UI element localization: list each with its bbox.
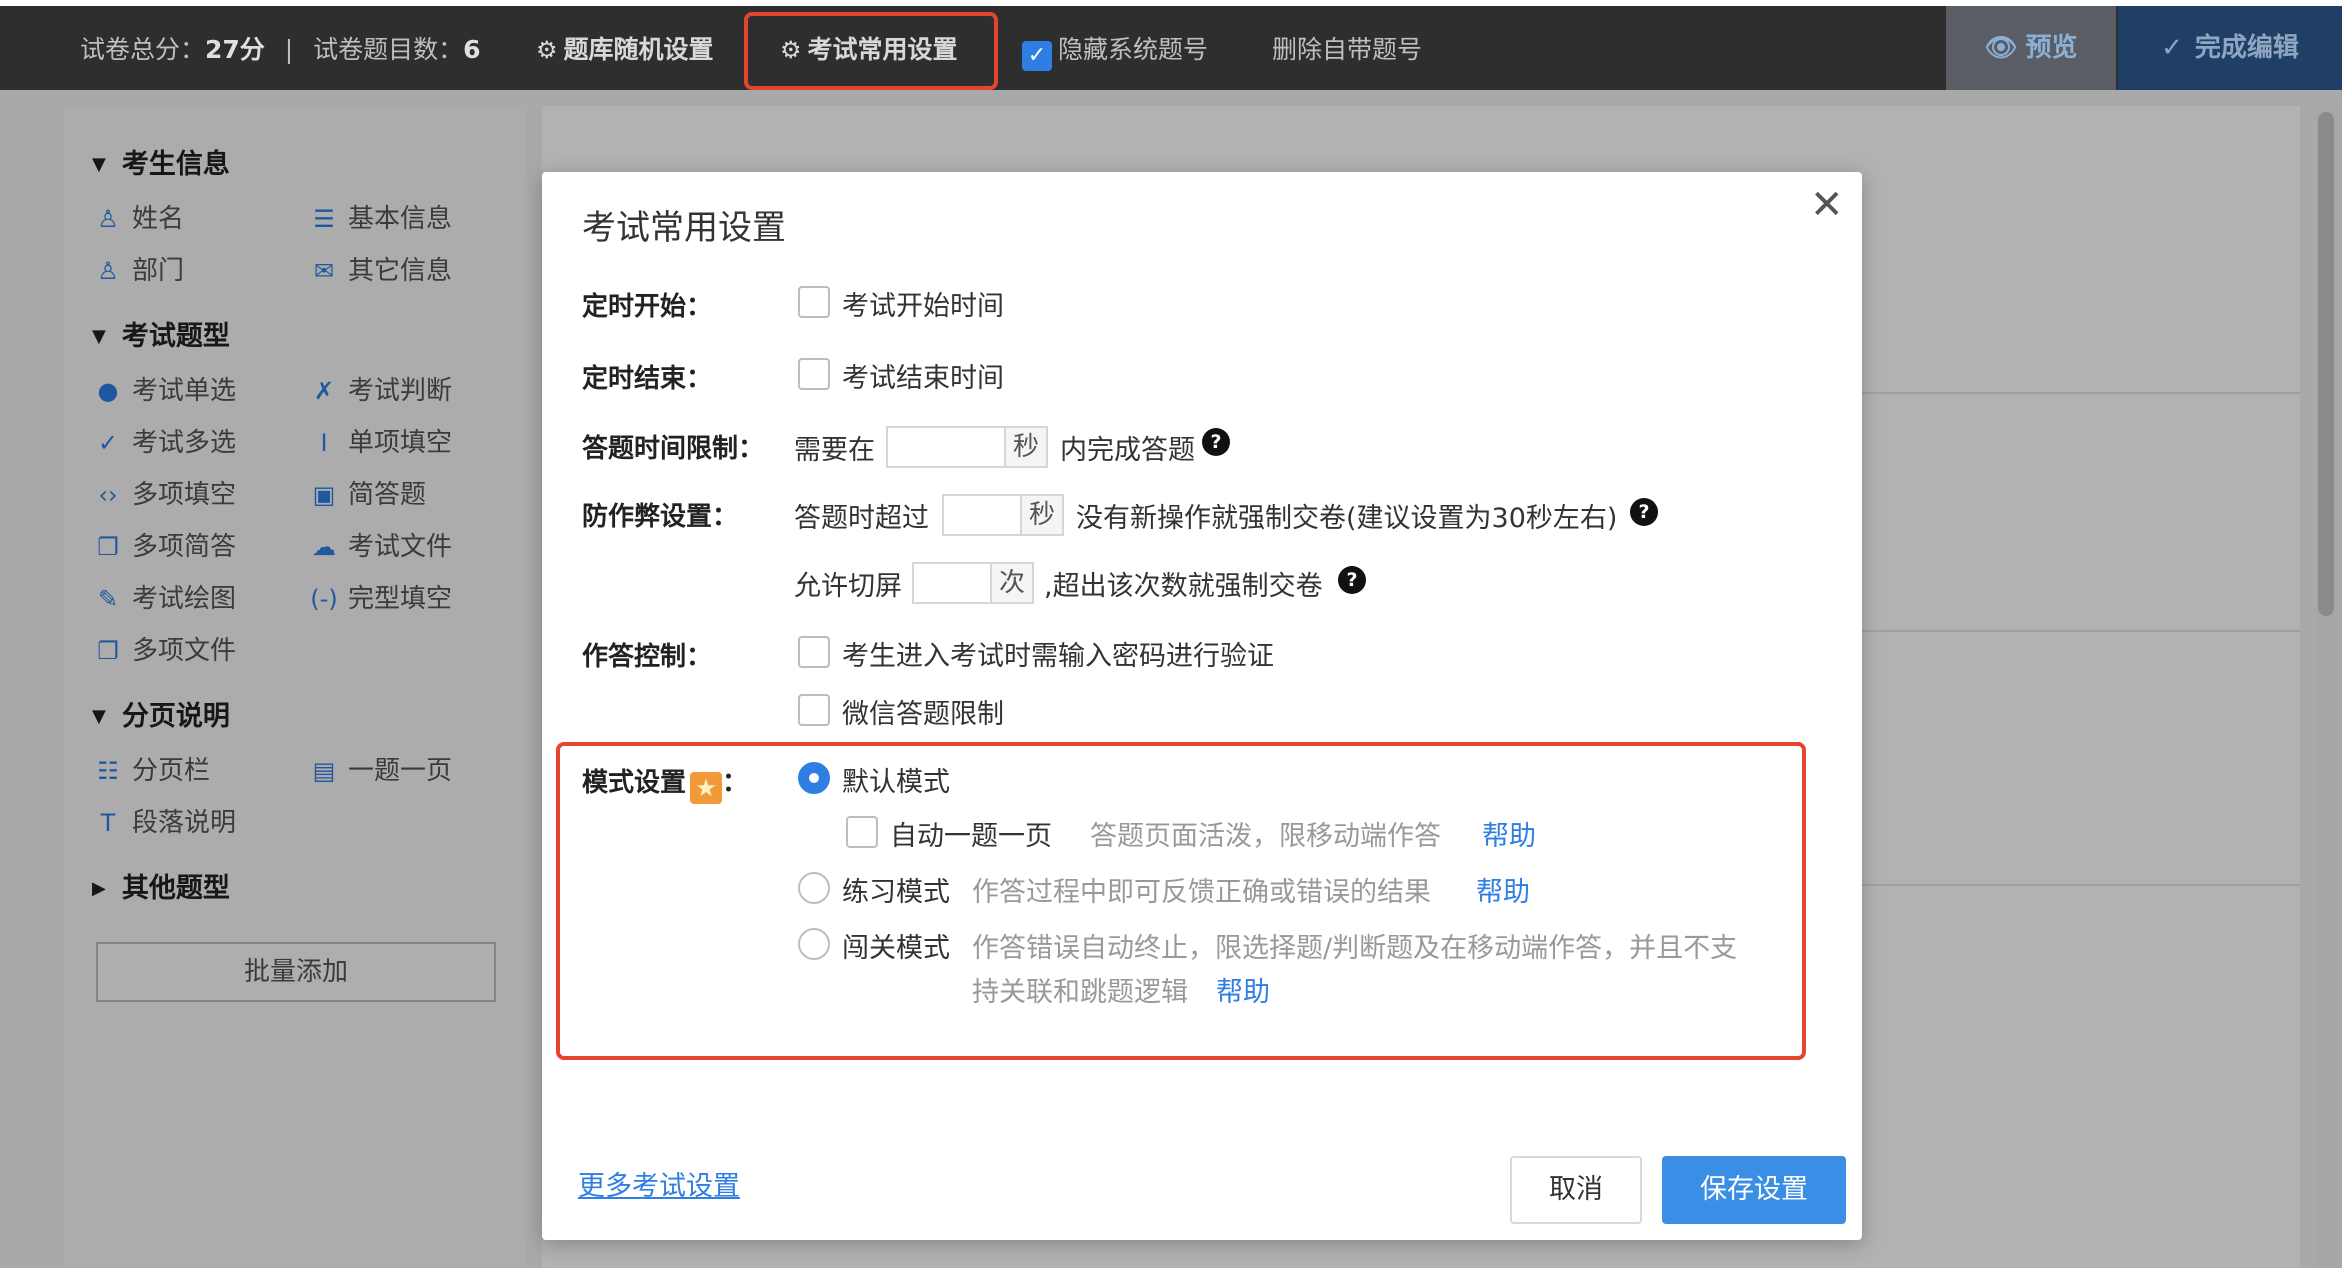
mode-label: 模式设置 ★：	[582, 762, 748, 804]
switch-count-input[interactable]	[912, 562, 992, 604]
level-mode-desc: 作答错误自动终止，限选择题/判断题及在移动端作答，并且不支	[972, 933, 1738, 964]
practice-mode-label: 练习模式	[842, 877, 950, 908]
time-limit-unit: 秒	[1006, 426, 1048, 468]
answer-control-label: 作答控制：	[582, 642, 713, 672]
question-icon[interactable]: ?	[1630, 498, 1658, 526]
idle-seconds-input[interactable]	[942, 494, 1022, 536]
preview-label: 预览	[2025, 33, 2078, 63]
idle-suffix: 没有新操作就强制交卷(建议设置为30秒左右)	[1076, 503, 1618, 534]
level-mode-radio[interactable]	[798, 928, 830, 960]
level-mode-label: 闯关模式	[842, 933, 950, 964]
help-link[interactable]: 帮助	[1476, 870, 1530, 909]
dialog-title: 考试常用设置	[582, 208, 786, 248]
question-count-label: 试卷题目数：	[313, 35, 464, 64]
random-settings-label: 题库随机设置	[563, 35, 714, 64]
eye-icon: 👁	[1984, 33, 2018, 63]
switch-suffix: ,超出该次数就强制交卷	[1044, 571, 1323, 602]
timed-start-option: 考试开始时间	[842, 291, 1004, 322]
timed-start-label: 定时开始：	[582, 292, 713, 322]
practice-mode-radio[interactable]	[798, 872, 830, 904]
more-settings-link[interactable]: 更多考试设置	[578, 1164, 740, 1203]
exam-settings-dialog: 考试常用设置 ✕ 定时开始： 考试开始时间 定时结束： 考试结束时间 答题时间限…	[542, 172, 1862, 1240]
mode-label-colon: ：	[722, 768, 749, 798]
timed-end-checkbox[interactable]	[798, 358, 830, 390]
check-icon: ✓	[2161, 33, 2183, 63]
password-option: 考生进入考试时需输入密码进行验证	[842, 641, 1274, 672]
save-settings-button[interactable]: 保存设置	[1662, 1156, 1846, 1224]
password-checkbox[interactable]	[798, 636, 830, 668]
delete-numbers-label: 删除自带题号	[1272, 35, 1423, 64]
practice-mode-desc: 作答过程中即可反馈正确或错误的结果	[972, 877, 1431, 908]
default-mode-label: 默认模式	[842, 767, 950, 798]
wechat-option: 微信答题限制	[842, 699, 1004, 730]
help-link[interactable]: 帮助	[1216, 970, 1270, 1009]
check-icon: ✓	[1022, 41, 1052, 71]
auto-one-page-label: 自动一题一页	[890, 821, 1052, 852]
level-mode-desc-cont: 持关联和跳题逻辑	[972, 977, 1188, 1008]
finish-label: 完成编辑	[2194, 33, 2299, 63]
switch-unit: 次	[992, 562, 1034, 604]
wechat-checkbox[interactable]	[798, 694, 830, 726]
switch-prefix: 允许切屏	[794, 571, 902, 602]
summary-separator: |	[284, 35, 294, 64]
preview-button[interactable]: 👁 预览	[1946, 6, 2116, 90]
top-toolbar: 试卷总分：27分 | 试卷题目数：6 ⚙ 题库随机设置 ⚙ 考试常用设置 ✓ 隐藏系统…	[0, 0, 2342, 90]
idle-unit: 秒	[1022, 494, 1064, 536]
timed-start-checkbox[interactable]	[798, 286, 830, 318]
star-icon: ★	[690, 772, 723, 804]
question-icon[interactable]: ?	[1202, 428, 1230, 456]
idle-prefix: 答题时超过	[794, 503, 929, 534]
question-count-value: 6	[463, 35, 481, 64]
total-score-label: 试卷总分：	[80, 35, 206, 64]
finish-edit-button[interactable]: ✓ 完成编辑	[2118, 6, 2342, 90]
highlight-box	[744, 12, 998, 90]
hide-numbers-label: 隐藏系统题号	[1058, 35, 1209, 64]
auto-one-page-checkbox[interactable]	[846, 816, 878, 848]
time-limit-suffix: 内完成答题	[1060, 435, 1195, 466]
time-limit-label: 答题时间限制：	[582, 434, 765, 464]
help-link[interactable]: 帮助	[1482, 814, 1536, 853]
close-icon[interactable]: ✕	[1810, 182, 1844, 228]
time-limit-prefix: 需要在	[794, 435, 875, 466]
total-score-value: 27分	[205, 35, 265, 64]
gear-icon: ⚙	[536, 36, 558, 64]
anticheat-label: 防作弊设置：	[582, 502, 739, 532]
time-limit-input[interactable]	[886, 426, 1006, 468]
mode-label-text: 模式设置	[582, 768, 687, 798]
default-mode-radio[interactable]	[798, 762, 830, 794]
exam-summary: 试卷总分：27分 | 试卷题目数：6	[80, 6, 481, 96]
hide-numbers-toggle[interactable]: ✓ 隐藏系统题号	[1022, 6, 1208, 96]
question-icon[interactable]: ?	[1338, 566, 1366, 594]
timed-end-label: 定时结束：	[582, 364, 713, 394]
delete-numbers-button[interactable]: 删除自带题号	[1272, 6, 1422, 96]
auto-one-page-desc: 答题页面活泼，限移动端作答	[1090, 821, 1441, 852]
cancel-button[interactable]: 取消	[1510, 1156, 1642, 1224]
random-settings-button[interactable]: ⚙ 题库随机设置	[536, 6, 714, 96]
timed-end-option: 考试结束时间	[842, 363, 1004, 394]
